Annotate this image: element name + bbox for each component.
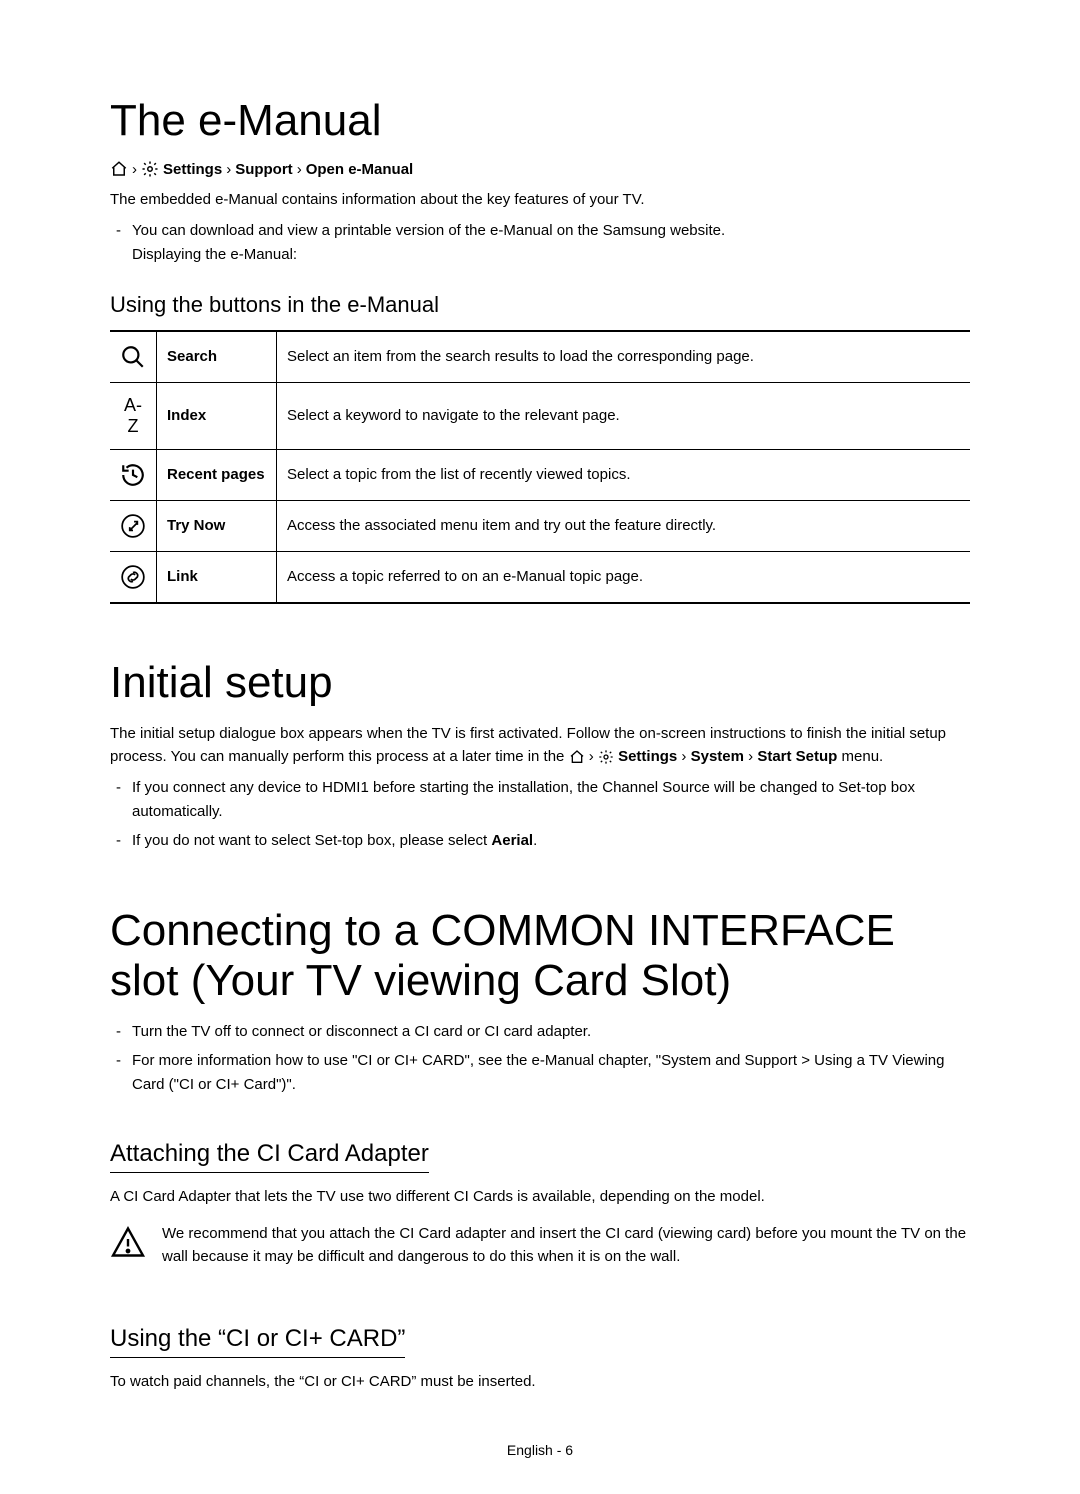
body-text: menu. — [842, 748, 884, 765]
button-desc: Access the associated menu item and try … — [277, 500, 971, 551]
breadcrumb-sep: › — [297, 161, 302, 178]
breadcrumb-item: Support — [235, 161, 293, 178]
intro-text: The embedded e-Manual contains informati… — [110, 188, 970, 211]
table-row: Search Select an item from the search re… — [110, 331, 970, 383]
trynow-icon — [110, 500, 157, 551]
heading-emanual: The e-Manual — [110, 96, 970, 146]
initial-para: The initial setup dialogue box appears w… — [110, 722, 970, 769]
subheading-buttons: Using the buttons in the e-Manual — [110, 292, 970, 318]
list-item: You can download and view a printable ve… — [110, 219, 970, 266]
breadcrumb-emanual: › Settings › Support › Open e-Manual — [110, 160, 970, 178]
button-name: Link — [157, 551, 277, 603]
heading-initial: Initial setup — [110, 658, 970, 708]
initial-bullets: If you connect any device to HDMI1 befor… — [110, 776, 970, 852]
link-icon — [110, 551, 157, 603]
recent-icon — [110, 449, 157, 500]
search-icon — [110, 331, 157, 383]
list-item: If you do not want to select Set-top box… — [110, 829, 970, 852]
warning-note: We recommend that you attach the CI Card… — [110, 1222, 970, 1277]
button-desc: Select an item from the search results t… — [277, 331, 971, 383]
list-item-text: If you do not want to select Set-top box… — [132, 832, 491, 849]
ci-bullets: Turn the TV off to connect or disconnect… — [110, 1020, 970, 1096]
breadcrumb-sep: › — [226, 161, 231, 178]
button-name: Search — [157, 331, 277, 383]
heading-ci: Connecting to a COMMON INTERFACE slot (Y… — [110, 906, 970, 1006]
button-desc: Select a topic from the list of recently… — [277, 449, 971, 500]
gear-icon — [141, 160, 159, 178]
subheading-attach: Attaching the CI Card Adapter — [110, 1140, 429, 1173]
gear-icon — [598, 749, 614, 765]
warning-icon — [110, 1224, 146, 1260]
table-row: Try Now Access the associated menu item … — [110, 500, 970, 551]
page-footer: English - 6 — [0, 1442, 1080, 1458]
list-item: Turn the TV off to connect or disconnect… — [110, 1020, 970, 1043]
button-desc: Select a keyword to navigate to the rele… — [277, 382, 971, 449]
breadcrumb-item: System — [691, 748, 744, 765]
breadcrumb-item: Open e-Manual — [306, 161, 414, 178]
list-item: If you connect any device to HDMI1 befor… — [110, 776, 970, 823]
breadcrumb-item: Settings — [163, 161, 222, 178]
emanual-bullets: You can download and view a printable ve… — [110, 219, 970, 266]
index-icon: A-Z — [110, 382, 157, 449]
warning-text: We recommend that you attach the CI Card… — [162, 1222, 970, 1269]
button-desc: Access a topic referred to on an e-Manua… — [277, 551, 971, 603]
table-row: Recent pages Select a topic from the lis… — [110, 449, 970, 500]
list-item-text: Displaying the e-Manual: — [132, 246, 297, 263]
home-icon — [110, 160, 128, 178]
button-name: Recent pages — [157, 449, 277, 500]
subheading-using: Using the “CI or CI+ CARD” — [110, 1325, 405, 1358]
list-item: For more information how to use "CI or C… — [110, 1049, 970, 1096]
list-item-text: You can download and view a printable ve… — [132, 222, 725, 239]
table-row: A-Z Index Select a keyword to navigate t… — [110, 382, 970, 449]
breadcrumb-sep: › — [132, 161, 137, 178]
aerial-label: Aerial — [491, 832, 533, 849]
list-item-text: . — [533, 832, 537, 849]
button-name: Index — [157, 382, 277, 449]
table-row: Link Access a topic referred to on an e-… — [110, 551, 970, 603]
buttons-table: Search Select an item from the search re… — [110, 330, 970, 604]
breadcrumb-item: Start Setup — [757, 748, 837, 765]
home-icon — [569, 749, 585, 765]
using-para: To watch paid channels, the “CI or CI+ C… — [110, 1370, 970, 1393]
attach-para: A CI Card Adapter that lets the TV use t… — [110, 1185, 970, 1208]
button-name: Try Now — [157, 500, 277, 551]
breadcrumb-item: Settings — [618, 748, 677, 765]
